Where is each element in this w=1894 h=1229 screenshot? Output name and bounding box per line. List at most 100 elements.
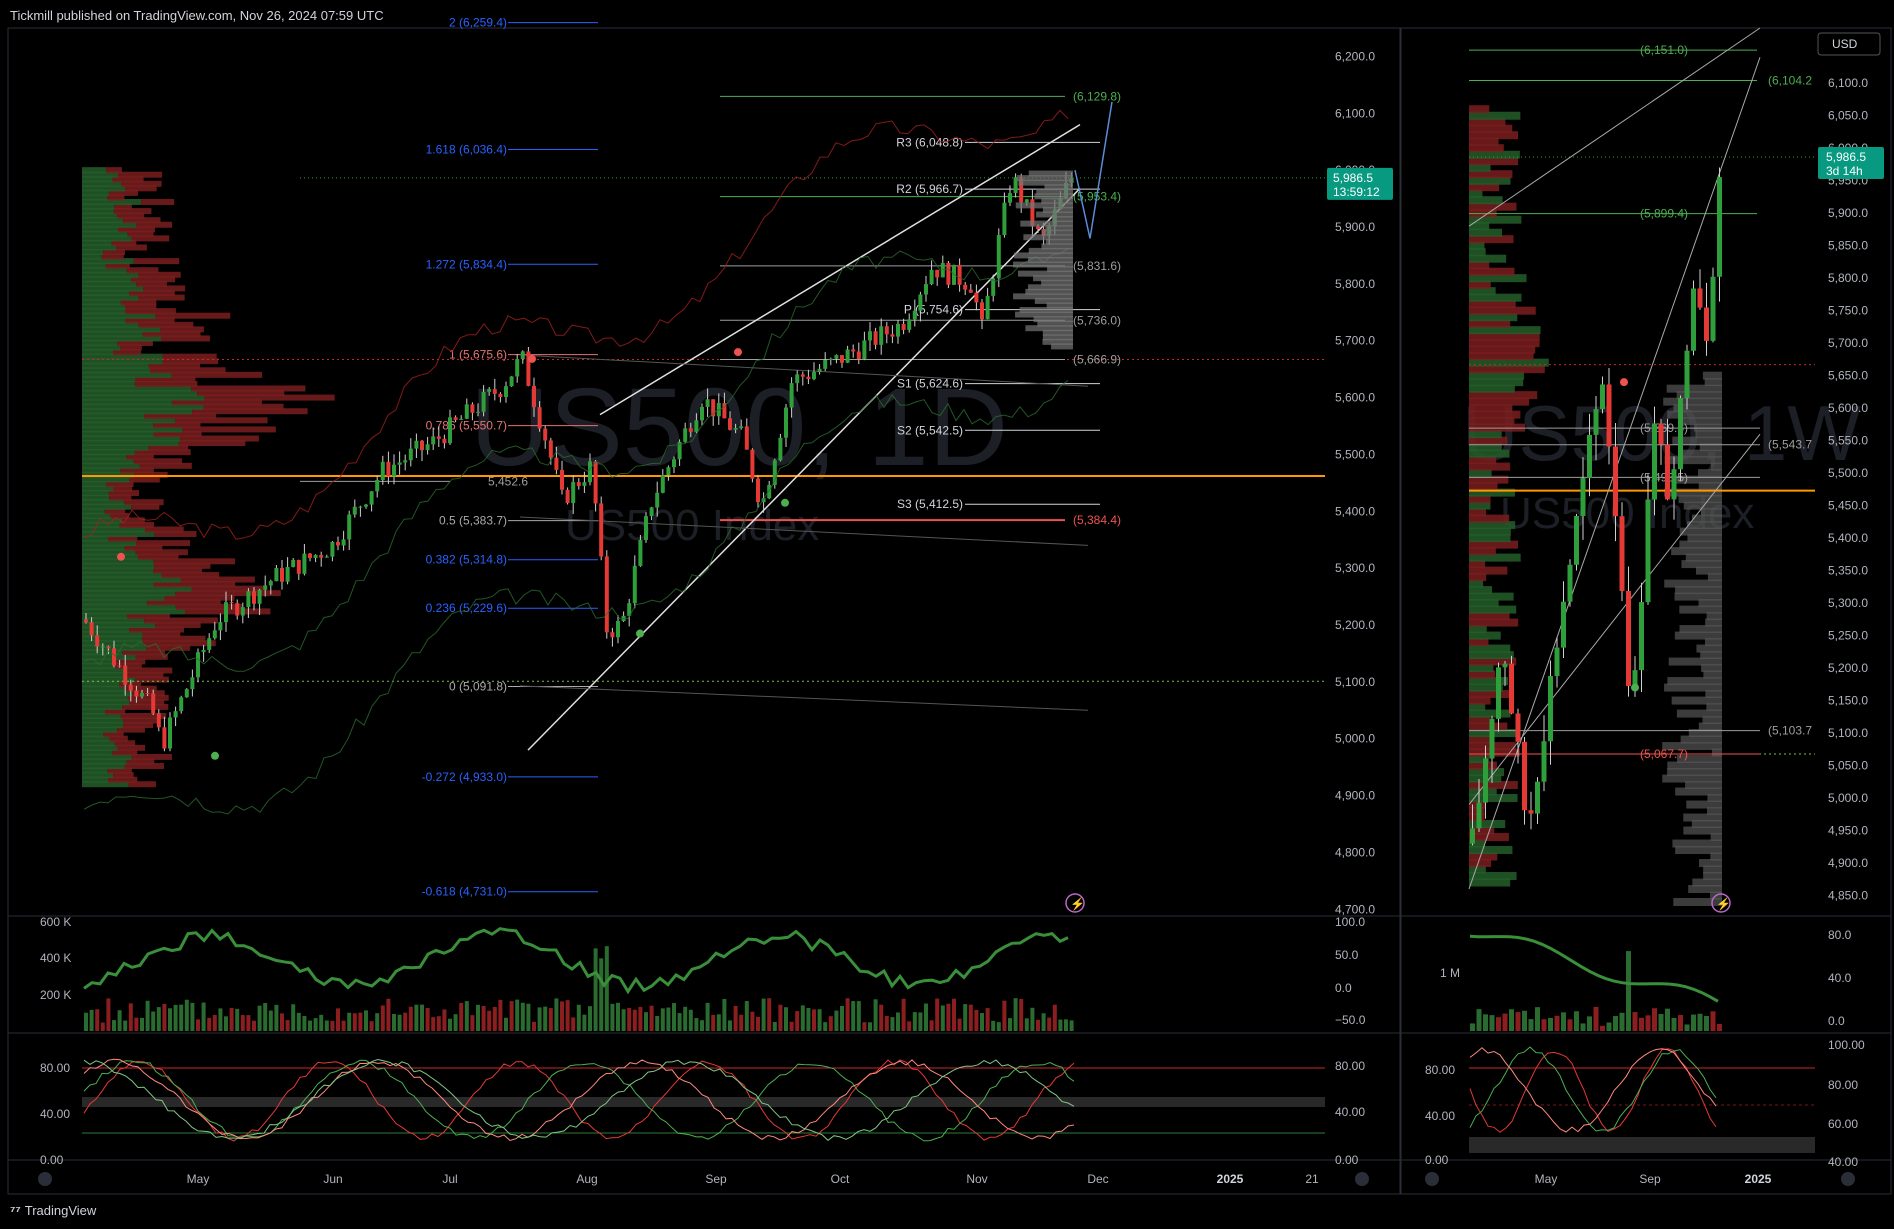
candle-body xyxy=(918,294,923,311)
lightning-glyph: ⚡ xyxy=(1070,897,1085,911)
candle-body xyxy=(319,555,324,558)
candle-body xyxy=(397,462,402,465)
candle-body xyxy=(946,263,951,285)
candle-body xyxy=(912,310,917,320)
volume-bar xyxy=(347,1012,352,1031)
weekly-volume-bar xyxy=(1619,1012,1625,1031)
weekly-level-label: (5,899.4) xyxy=(1640,207,1688,221)
weekly-candle-body xyxy=(1489,718,1495,759)
weekly-candle-body xyxy=(1645,499,1651,603)
chart-canvas[interactable]: US500, 1DUS500 IndexUS500, 1WUS500 Index… xyxy=(0,0,1894,1229)
weekly-volume-bar xyxy=(1717,1023,1722,1031)
volume-bar xyxy=(952,998,956,1031)
candle-body xyxy=(616,621,620,638)
osc-axis-label: 0.0 xyxy=(1335,981,1352,995)
volume-bar xyxy=(1036,1019,1040,1031)
volume-bar xyxy=(722,998,727,1031)
volume-bar xyxy=(963,1004,968,1031)
volume-bar xyxy=(84,1012,88,1031)
volume-bar xyxy=(756,1016,760,1031)
volume-bar xyxy=(890,1017,895,1031)
weekly-candle-body xyxy=(1658,423,1664,445)
volume-bar xyxy=(291,1004,296,1031)
candle-body xyxy=(196,652,200,678)
weekly-osc-axis-label: 40.0 xyxy=(1828,971,1852,985)
volume-bar xyxy=(134,1017,139,1031)
candle-body xyxy=(957,264,962,285)
candle-body xyxy=(532,385,536,408)
weekly-volume-profile-bar xyxy=(1469,105,1490,114)
volume-bar xyxy=(806,1007,811,1031)
candle-body xyxy=(145,693,150,695)
volume-bar xyxy=(834,1010,839,1031)
volume-bar xyxy=(728,1020,732,1031)
fib-level-label: 1 (5,675.6) xyxy=(449,348,507,362)
key-level-label: (5,736.0) xyxy=(1073,313,1121,327)
weekly-volume-bar xyxy=(1515,1012,1521,1031)
volume-bar xyxy=(968,1004,973,1031)
volume-profile-bar-down xyxy=(136,540,191,547)
volume-bar xyxy=(1069,1020,1074,1031)
volume-bar xyxy=(179,1004,184,1031)
weekly-stoch-axis-left: 40.00 xyxy=(1425,1109,1455,1123)
candle-body xyxy=(840,355,844,363)
volume-bar xyxy=(817,1009,822,1031)
volume-bar xyxy=(380,1005,385,1031)
candle-body xyxy=(632,565,637,604)
candle-body xyxy=(285,567,290,582)
volume-bar xyxy=(190,1002,195,1031)
weekly-level-label: (5,103.7 xyxy=(1768,724,1812,738)
price-axis-tick: 6,200.0 xyxy=(1335,49,1375,63)
price-axis-tick: 5,300.0 xyxy=(1335,561,1375,575)
candle-body xyxy=(856,351,861,360)
volume-bar xyxy=(425,1007,430,1031)
weekly-price-axis-tick: 5,750.0 xyxy=(1828,304,1868,318)
volume-bar xyxy=(985,1008,990,1031)
weekly-stoch-band xyxy=(1469,1137,1815,1153)
weekly-price-axis-tick: 5,850.0 xyxy=(1828,239,1868,253)
volume-bar xyxy=(604,946,609,1031)
weekly-volume-bar xyxy=(1483,1014,1488,1031)
weekly-volume-bar xyxy=(1548,1017,1553,1031)
volume-bar xyxy=(257,1005,262,1031)
weekly-price-axis-tick: 5,550.0 xyxy=(1828,434,1868,448)
candle-body xyxy=(341,539,346,546)
auto-scale-button xyxy=(1355,1172,1369,1186)
candle-body xyxy=(274,568,279,582)
candle-body xyxy=(481,391,486,412)
volume-bar xyxy=(800,1005,805,1031)
volume-bar xyxy=(274,1004,279,1031)
weekly-osc-axis-label: 0.0 xyxy=(1828,1014,1845,1028)
weekly-volume-bar xyxy=(1600,1025,1605,1031)
fib-level-label: 0.786 (5,550.7) xyxy=(426,419,507,433)
candle-body xyxy=(1024,199,1029,203)
volume-bar xyxy=(907,1021,912,1031)
projection-path xyxy=(1074,101,1113,239)
volume-bar xyxy=(212,1014,217,1031)
volume-profile-bar-down xyxy=(126,267,159,274)
volume-bar xyxy=(789,1021,794,1031)
volume-bar xyxy=(778,1004,783,1031)
volume-bar xyxy=(879,1004,884,1031)
candle-body xyxy=(369,491,374,505)
candle-body xyxy=(240,607,245,616)
volume-bar xyxy=(582,1014,587,1031)
candle-body xyxy=(308,553,312,559)
fib-level-label: 1.272 (5,834.4) xyxy=(426,257,507,271)
weekly-candle-body xyxy=(1684,350,1690,399)
volume-bar xyxy=(436,1016,441,1031)
weekly-volume-bar xyxy=(1639,1017,1644,1031)
weekly-candle-body xyxy=(1671,469,1677,500)
volume-bar xyxy=(688,1009,693,1031)
weekly-volume-bar xyxy=(1684,1024,1690,1031)
volume-bar xyxy=(358,1012,363,1031)
volume-bar xyxy=(386,998,391,1031)
weekly-candle-body xyxy=(1574,515,1579,565)
weekly-volume-bar xyxy=(1554,1015,1560,1031)
candle-body xyxy=(901,323,906,330)
zoom-button xyxy=(1425,1172,1439,1186)
weekly-volume-bar xyxy=(1626,951,1631,1031)
volume-bar xyxy=(1052,1004,1057,1031)
candle-body xyxy=(218,622,223,631)
volume-bar xyxy=(341,1020,346,1031)
